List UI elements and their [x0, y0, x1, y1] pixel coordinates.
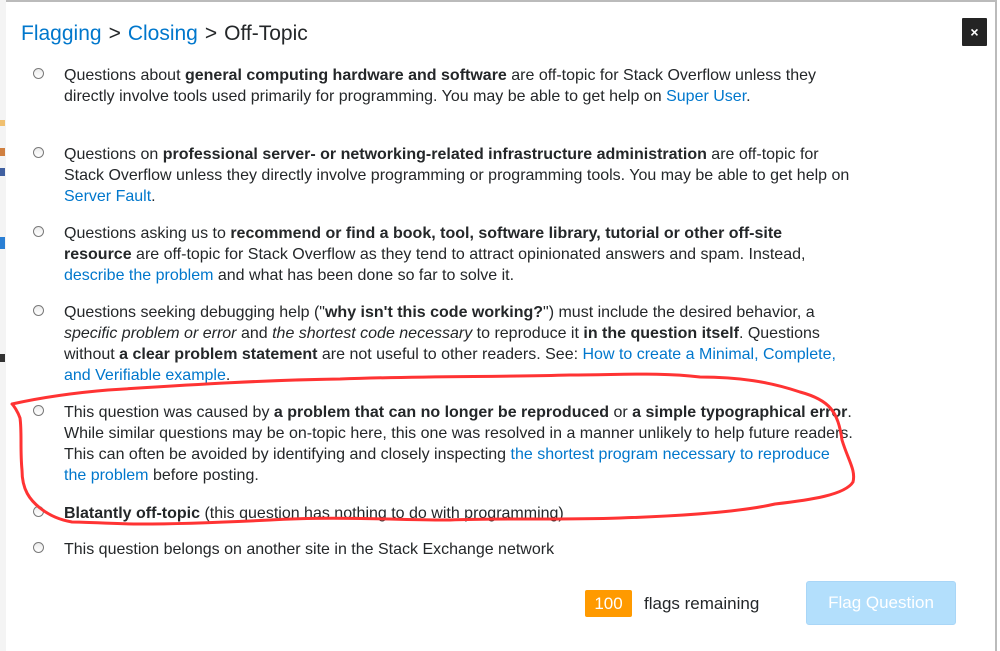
- radio-button[interactable]: [33, 147, 44, 158]
- option-label: This question was caused by a problem th…: [64, 402, 854, 486]
- option-label: Questions on professional server- or net…: [64, 144, 854, 207]
- radio-button[interactable]: [33, 405, 44, 416]
- option-link[interactable]: Super User: [666, 88, 746, 105]
- option-text: .: [225, 367, 231, 384]
- option-text: (this question has nothing to do with pr…: [200, 505, 564, 522]
- italic-text: the shortest code necessary: [272, 325, 473, 342]
- breadcrumb: Flagging > Closing > Off-Topic: [21, 21, 308, 47]
- breadcrumb-separator: >: [108, 22, 121, 45]
- emphasis-text: a problem that can no longer be reproduc…: [273, 404, 610, 421]
- option-text: Questions seeking debugging help (": [64, 304, 325, 321]
- option-text: This question belongs on another site in…: [64, 541, 555, 558]
- option-text: .: [746, 88, 751, 105]
- emphasis-text: general computing hardware and software: [184, 67, 507, 84]
- option-text: ") must include the desired behavior, a: [543, 304, 815, 321]
- option-text: or: [609, 404, 633, 421]
- emphasis-text: professional server- or networking-relat…: [162, 146, 707, 163]
- emphasis-text: in the question itself: [583, 325, 739, 342]
- radio-button[interactable]: [33, 226, 44, 237]
- option-link[interactable]: Server Fault: [64, 188, 151, 205]
- option-label: Questions seeking debugging help ("why i…: [64, 302, 854, 386]
- italic-text: specific problem or error: [64, 325, 237, 342]
- option-label: This question belongs on another site in…: [64, 539, 854, 560]
- option-text: and: [236, 325, 273, 342]
- emphasis-text: a simple typographical error: [632, 404, 848, 421]
- option-text: Questions asking us to: [64, 225, 231, 242]
- flag-question-button[interactable]: Flag Question: [806, 581, 956, 625]
- option-text: and what has been done so far to solve i…: [213, 267, 515, 284]
- option-label: Questions asking us to recommend or find…: [64, 223, 854, 286]
- option-text: are not useful to other readers. See:: [317, 346, 583, 363]
- breadcrumb-closing[interactable]: Closing: [128, 22, 198, 45]
- option-text: .: [151, 188, 156, 205]
- flags-remaining-label: flags remaining: [644, 594, 760, 613]
- close-icon: ×: [970, 24, 979, 40]
- radio-button[interactable]: [33, 68, 44, 79]
- emphasis-text: why isn't this code working?: [324, 304, 544, 321]
- option-text: Questions on: [64, 146, 163, 163]
- option-text: to reproduce it: [472, 325, 584, 342]
- radio-button[interactable]: [33, 305, 44, 316]
- radio-button[interactable]: [33, 506, 44, 517]
- flags-remaining-badge: 100: [585, 590, 632, 617]
- option-text: are off-topic for Stack Overflow as they…: [131, 246, 806, 263]
- breadcrumb-flagging[interactable]: Flagging: [21, 22, 102, 45]
- close-button[interactable]: ×: [962, 18, 987, 46]
- breadcrumb-current: Off-Topic: [224, 22, 308, 45]
- emphasis-text: a clear problem statement: [119, 346, 318, 363]
- emphasis-text: Blatantly off-topic: [64, 505, 200, 522]
- option-text: Questions about: [64, 67, 185, 84]
- option-link[interactable]: describe the problem: [64, 267, 213, 284]
- radio-button[interactable]: [33, 542, 44, 553]
- option-text: before posting.: [148, 467, 259, 484]
- option-label: Blatantly off-topic (this question has n…: [64, 503, 854, 524]
- option-text: This question was caused by: [64, 404, 274, 421]
- option-label: Questions about general computing hardwa…: [64, 65, 854, 107]
- breadcrumb-separator: >: [204, 22, 218, 45]
